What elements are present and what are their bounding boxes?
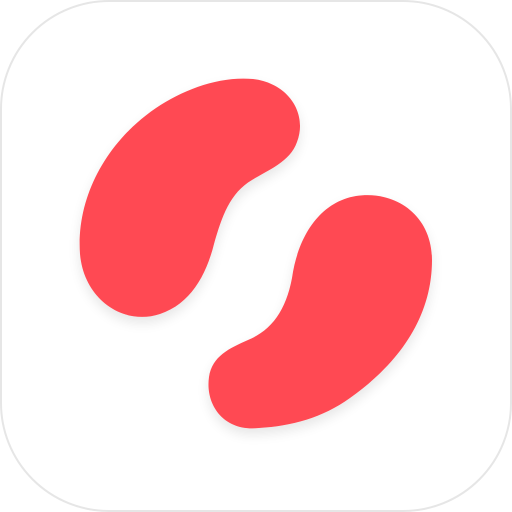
two-red-bean-blobs-icon xyxy=(0,0,512,512)
icon-canvas xyxy=(0,0,512,512)
icon-tile xyxy=(0,0,512,512)
